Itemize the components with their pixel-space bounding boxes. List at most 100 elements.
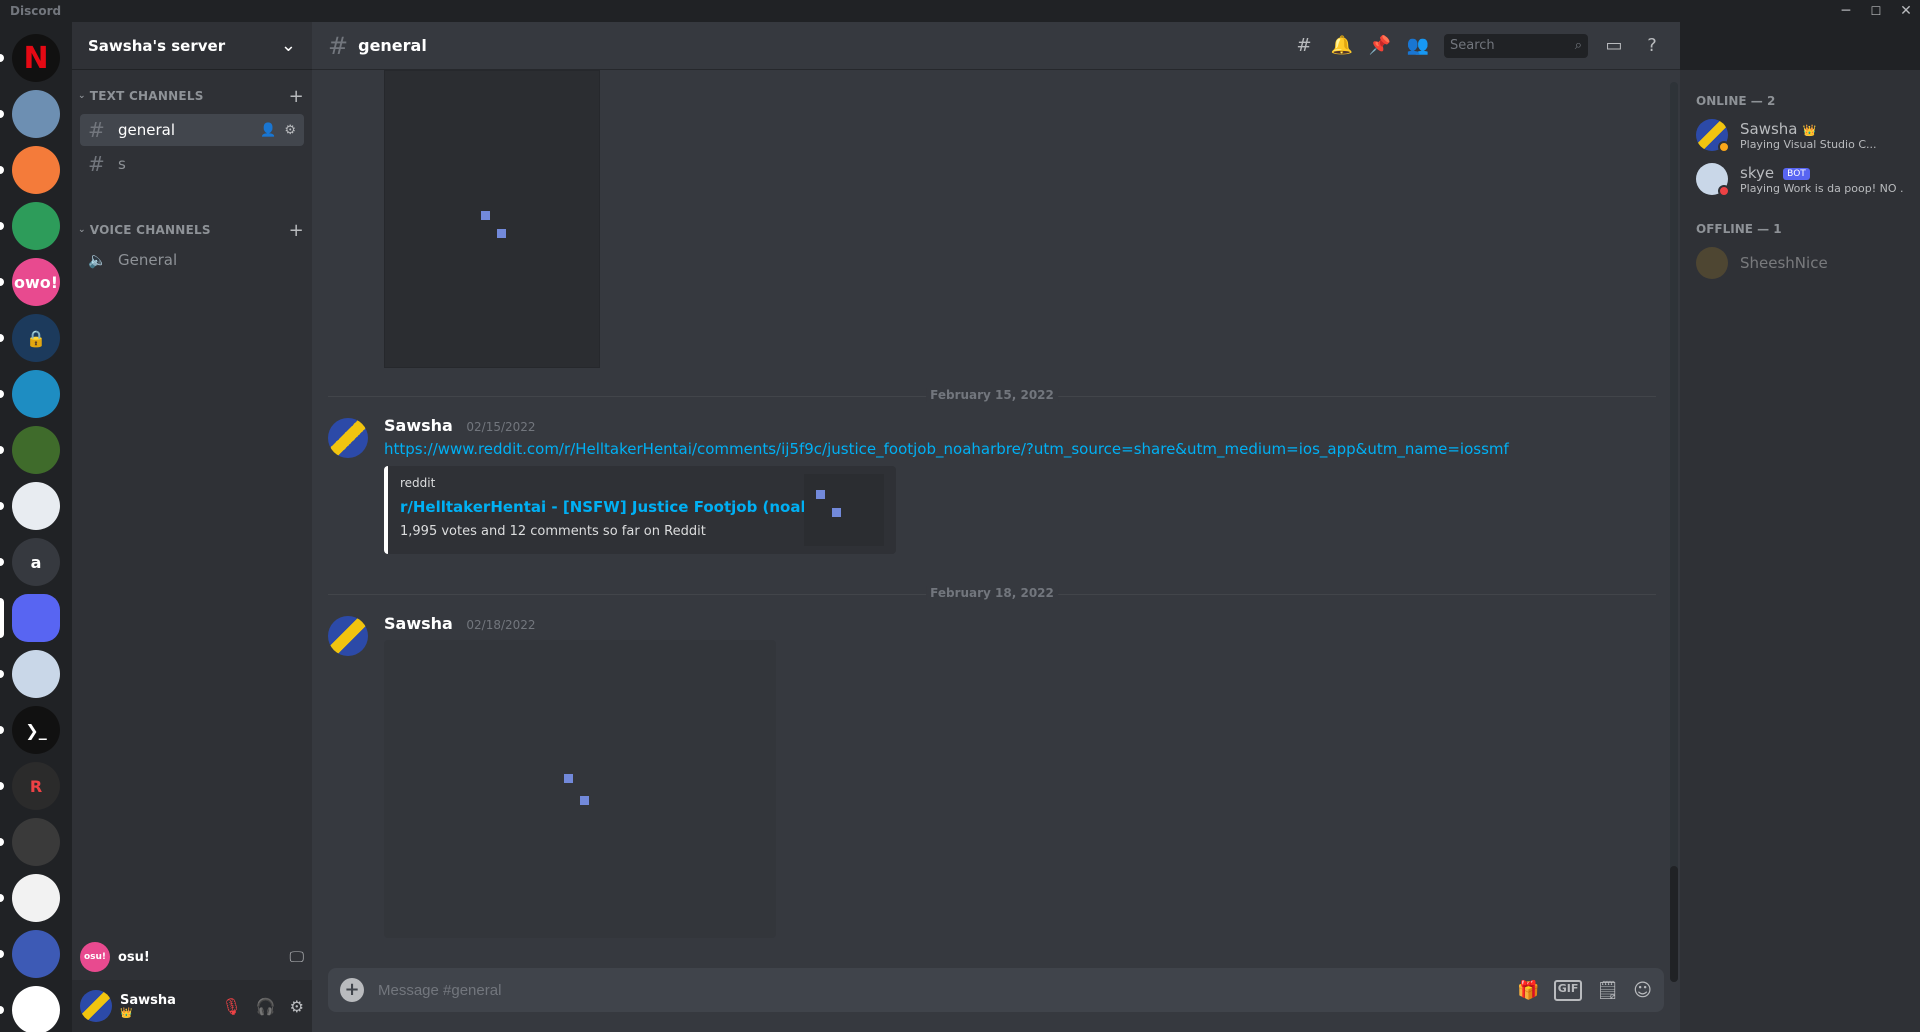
search-input[interactable]: Search ⌕ <box>1444 34 1588 58</box>
avatar <box>1696 119 1730 153</box>
loading-icon <box>497 229 506 238</box>
avatar[interactable] <box>328 616 368 656</box>
scrollbar-thumb[interactable] <box>1670 866 1678 982</box>
server-icon[interactable] <box>12 594 60 642</box>
help-icon[interactable]: ? <box>1640 34 1664 58</box>
speaker-icon: 🔈 <box>88 251 107 269</box>
server-icon[interactable] <box>12 818 60 866</box>
server-icon[interactable] <box>12 650 60 698</box>
screen-share-icon[interactable]: 🖵 <box>290 948 304 966</box>
category-label: TEXT CHANNELS <box>89 89 204 103</box>
gift-icon[interactable]: 🎁 <box>1517 980 1539 1001</box>
server-icon[interactable]: 🔒 <box>12 314 60 362</box>
date-divider: February 15, 2022 <box>328 388 1656 402</box>
invite-icon[interactable]: 👤 <box>260 123 276 138</box>
channel-label: s <box>118 155 126 173</box>
server-icon[interactable]: ❯_ <box>12 706 60 754</box>
crown-icon: 👑 <box>120 1008 133 1019</box>
chevron-down-icon: ⌄ <box>280 35 296 56</box>
server-icon[interactable]: owo! <box>12 258 60 306</box>
server-icon[interactable] <box>12 146 60 194</box>
server-indicator <box>0 54 4 62</box>
server-indicator <box>0 558 4 566</box>
headphones-icon[interactable]: 🎧 <box>256 997 276 1016</box>
sticker-icon[interactable]: 🗒 <box>1596 980 1619 1001</box>
embed-thumbnail[interactable] <box>804 474 884 546</box>
avatar[interactable] <box>80 990 112 1022</box>
mute-microphone-icon[interactable]: 🎙 <box>221 997 241 1016</box>
online-header: ONLINE — 2 <box>1696 94 1776 108</box>
channel-sidebar: Sawsha's server ⌄ ⌄ TEXT CHANNELS + # ge… <box>72 22 312 1032</box>
hash-icon: # <box>328 31 349 60</box>
member-sawsha[interactable]: Sawsha 👑 Playing Visual Studio C... <box>1688 114 1912 156</box>
member-activity: Playing Visual Studio C... <box>1740 138 1877 151</box>
member-sheeshnice[interactable]: SheeshNice <box>1688 242 1912 284</box>
threads-icon[interactable]: # <box>1292 34 1316 58</box>
hash-icon: # <box>88 152 105 176</box>
message-input[interactable] <box>378 981 1518 999</box>
voice-channel-general[interactable]: 🔈 General <box>80 244 304 276</box>
close-button[interactable]: ✕ <box>1892 0 1920 22</box>
date-divider: February 18, 2022 <box>328 586 1656 600</box>
avatar[interactable] <box>328 418 368 458</box>
server-icon[interactable] <box>12 426 60 474</box>
server-icon[interactable] <box>12 370 60 418</box>
member-skye[interactable]: skye BOT Playing Work is da poop! NO ... <box>1688 158 1912 200</box>
add-attachment-button[interactable]: + <box>340 978 364 1002</box>
minimize-button[interactable]: ─ <box>1832 0 1860 22</box>
server-list: Nowo! 🔒 a ❯_ R <box>0 22 72 1032</box>
search-placeholder: Search <box>1450 38 1495 53</box>
gif-icon[interactable]: GIF <box>1553 979 1583 1001</box>
server-indicator <box>0 502 4 510</box>
create-channel-icon[interactable]: + <box>289 86 304 107</box>
server-icon[interactable] <box>12 986 60 1032</box>
scrollbar-track[interactable] <box>1670 82 1678 982</box>
offline-header: OFFLINE — 1 <box>1696 222 1782 236</box>
chat-area: # general # 🔔 📌 👥 Search ⌕ ▭ ? February … <box>312 22 1680 1032</box>
server-indicator <box>0 670 4 678</box>
server-indicator <box>0 222 4 230</box>
maximize-button[interactable]: ☐ <box>1862 0 1890 22</box>
image-attachment[interactable] <box>384 70 600 368</box>
members-icon[interactable]: 👥 <box>1406 34 1430 58</box>
channel-s[interactable]: # s <box>80 148 304 180</box>
loading-icon <box>481 211 490 220</box>
server-indicator <box>0 166 4 174</box>
timestamp: 02/18/2022 <box>466 618 536 632</box>
create-channel-icon[interactable]: + <box>289 220 304 241</box>
server-header[interactable]: Sawsha's server ⌄ <box>72 22 312 70</box>
server-indicator <box>0 278 4 286</box>
inbox-icon[interactable]: ▭ <box>1602 34 1626 58</box>
server-icon[interactable] <box>12 202 60 250</box>
server-indicator <box>0 894 4 902</box>
server-icon[interactable] <box>12 90 60 138</box>
date-label: February 18, 2022 <box>926 586 1058 600</box>
author-name[interactable]: Sawsha <box>384 416 453 435</box>
username: Sawsha <box>120 993 176 1008</box>
server-icon[interactable] <box>12 930 60 978</box>
loading-icon <box>832 508 841 517</box>
message-link[interactable]: https://www.reddit.com/r/HelltakerHentai… <box>384 440 1509 458</box>
emoji-icon[interactable]: ☺ <box>1633 980 1652 1001</box>
category-voice-channels[interactable]: ⌄ VOICE CHANNELS + <box>72 218 312 242</box>
server-icon[interactable]: N <box>12 34 60 82</box>
app-name: Discord <box>10 4 62 18</box>
image-attachment[interactable] <box>384 640 776 938</box>
bell-icon[interactable]: 🔔 <box>1330 34 1354 58</box>
channel-general[interactable]: # general 👤 ⚙ <box>80 114 304 146</box>
message-header: Sawsha 02/18/2022 <box>384 614 536 633</box>
message-composer: + 🎁 GIF 🗒 ☺ <box>328 968 1664 1012</box>
server-icon[interactable]: a <box>12 538 60 586</box>
author-name[interactable]: Sawsha <box>384 614 453 633</box>
server-name: Sawsha's server <box>88 36 226 55</box>
server-indicator <box>0 1006 4 1014</box>
server-icon[interactable] <box>12 482 60 530</box>
category-text-channels[interactable]: ⌄ TEXT CHANNELS + <box>72 84 312 108</box>
pin-icon[interactable]: 📌 <box>1368 34 1392 58</box>
gear-icon[interactable]: ⚙ <box>290 997 304 1016</box>
channel-label: general <box>118 121 176 139</box>
server-icon[interactable] <box>12 874 60 922</box>
user-panel: Sawsha 👑 🎙 🎧 ⚙ <box>72 980 312 1032</box>
gear-icon[interactable]: ⚙ <box>284 123 296 138</box>
server-icon[interactable]: R <box>12 762 60 810</box>
